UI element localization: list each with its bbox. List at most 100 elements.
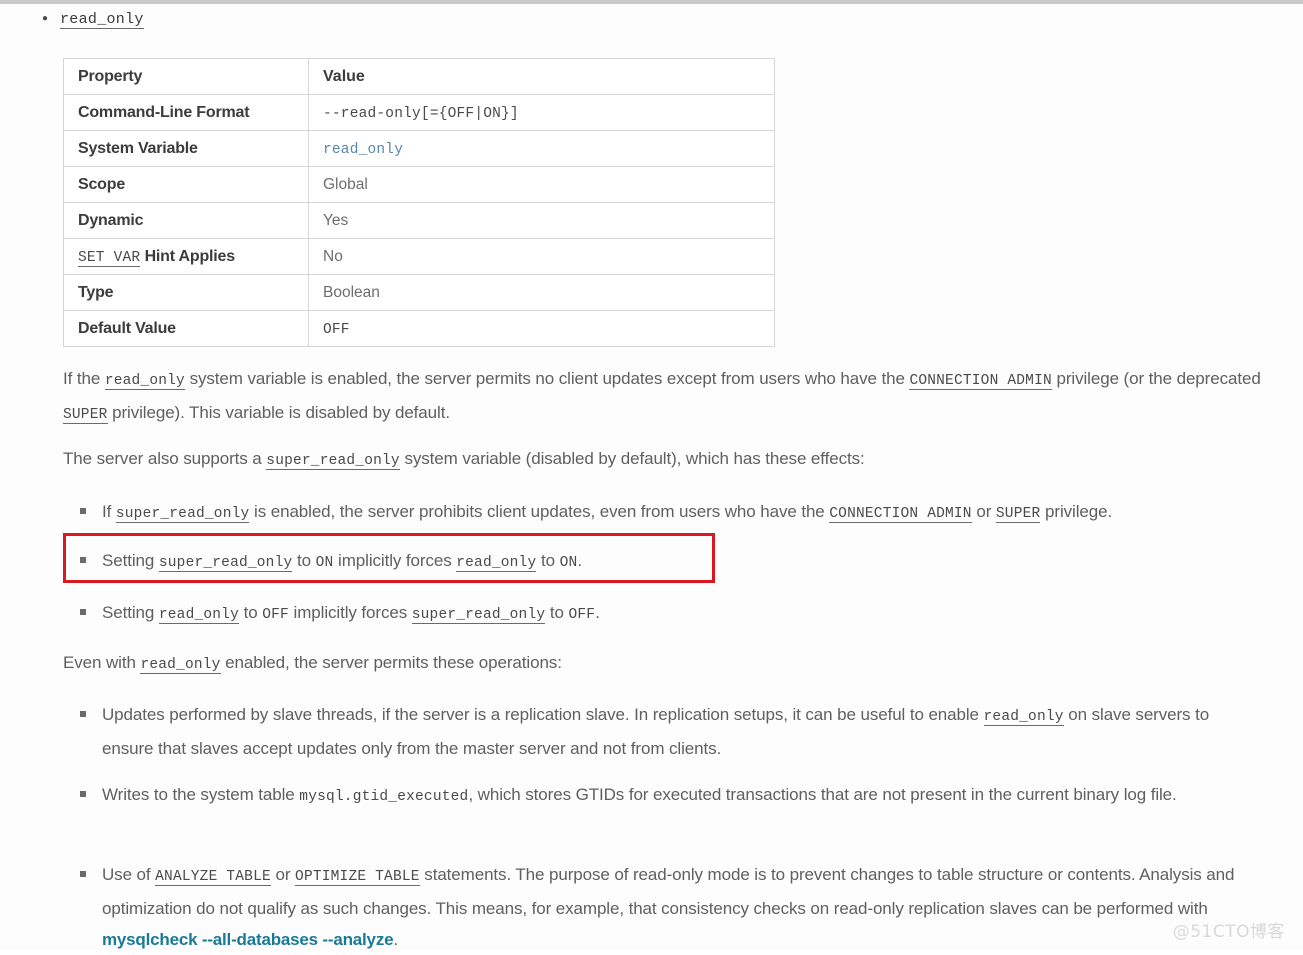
list-item: If super_read_only is enabled, the serve… bbox=[80, 496, 1270, 530]
paragraph-super-read-only-intro: The server also supports a super_read_on… bbox=[63, 443, 1263, 477]
paragraph-permitted-operations-intro: Even with read_only enabled, the server … bbox=[63, 647, 1263, 681]
row-key-scope: Scope bbox=[63, 166, 309, 203]
text-fragment: If the bbox=[63, 369, 105, 388]
table-row: Type Boolean bbox=[63, 274, 775, 311]
text-fragment: or bbox=[270, 865, 296, 884]
row-value-dynamic: Yes bbox=[308, 202, 775, 239]
code-super[interactable]: SUPER bbox=[995, 506, 1041, 523]
list-item: read_only bbox=[42, 6, 144, 32]
text-fragment: privilege (or the deprecated bbox=[1051, 369, 1261, 388]
text-fragment: . bbox=[393, 930, 398, 949]
text-fragment: or bbox=[971, 502, 996, 521]
list-item: Setting super_read_only to ON implicitly… bbox=[80, 545, 1260, 579]
row-key-dynamic: Dynamic bbox=[63, 202, 309, 239]
code-connection-admin[interactable]: CONNECTION ADMIN bbox=[909, 373, 1052, 390]
code-super-read-only[interactable]: super_read_only bbox=[411, 607, 546, 624]
table-row: Dynamic Yes bbox=[63, 202, 775, 239]
document-page: read_only Property Value Command-Line Fo… bbox=[0, 0, 1303, 950]
code-read-only[interactable]: read_only bbox=[140, 657, 221, 674]
effects-list-item-2: Setting super_read_only to ON implicitly… bbox=[80, 545, 1260, 579]
row-key-command-line-format: Command-Line Format bbox=[63, 94, 309, 131]
table-row: Command-Line Format --read-only[={OFF|ON… bbox=[63, 94, 775, 131]
code-read-only[interactable]: read_only bbox=[158, 607, 239, 624]
row-key-default-value: Default Value bbox=[63, 310, 309, 347]
text-fragment: to bbox=[545, 603, 569, 622]
row-key-set-var-hint: SET VAR Hint Applies bbox=[63, 238, 309, 275]
code-optimize-table[interactable]: OPTIMIZE TABLE bbox=[295, 869, 420, 886]
code-read-only[interactable]: read_only bbox=[104, 373, 185, 390]
system-variable-link[interactable]: read_only bbox=[323, 142, 403, 158]
row-value-system-variable: read_only bbox=[308, 130, 775, 167]
text-fragment: , which stores GTIDs for executed transa… bbox=[468, 785, 1177, 804]
text-fragment: system variable (disabled by default), w… bbox=[399, 449, 865, 468]
text-fragment: Writes to the system table bbox=[102, 785, 300, 804]
text-fragment: privilege. bbox=[1040, 502, 1113, 521]
row-value-set-var-hint: No bbox=[308, 238, 775, 275]
table-row: SET VAR Hint Applies No bbox=[63, 238, 775, 275]
code-read-only[interactable]: read_only bbox=[983, 709, 1064, 726]
text-fragment: Even with bbox=[63, 653, 141, 672]
code-connection-admin[interactable]: CONNECTION ADMIN bbox=[829, 506, 972, 523]
code-text: --read-only[={OFF|ON}] bbox=[323, 105, 519, 122]
code-super[interactable]: SUPER bbox=[63, 407, 108, 424]
set-var-suffix: Hint Applies bbox=[144, 247, 236, 265]
command-mysqlcheck[interactable]: mysqlcheck --all-databases --analyze bbox=[102, 930, 394, 949]
table-row: Scope Global bbox=[63, 166, 775, 203]
code-text: OFF bbox=[323, 321, 350, 338]
text-fragment: Updates performed by slave threads, if t… bbox=[102, 705, 984, 724]
list-item: Setting read_only to OFF implicitly forc… bbox=[80, 597, 1260, 631]
paragraph-read-only-description: If the read_only system variable is enab… bbox=[63, 363, 1263, 431]
row-value-command-line-format: --read-only[={OFF|ON}] bbox=[308, 94, 775, 131]
list-item: Writes to the system table mysql.gtid_ex… bbox=[80, 779, 1280, 813]
row-value-scope: Global bbox=[308, 166, 775, 203]
variable-property-table: Property Value Command-Line Format --rea… bbox=[63, 58, 775, 347]
code-super-read-only[interactable]: super_read_only bbox=[158, 555, 293, 572]
code-on: ON bbox=[559, 555, 578, 571]
text-fragment: Use of bbox=[102, 865, 156, 884]
operations-list-item-1: Updates performed by slave threads, if t… bbox=[80, 699, 1260, 764]
effects-list-item-1: If super_read_only is enabled, the serve… bbox=[80, 496, 1270, 530]
variable-name-link[interactable]: read_only bbox=[60, 11, 144, 29]
code-super-read-only[interactable]: super_read_only bbox=[115, 506, 250, 523]
text-fragment: is enabled, the server prohibits client … bbox=[249, 502, 830, 521]
code-analyze-table[interactable]: ANALYZE TABLE bbox=[155, 869, 271, 886]
text-fragment: to bbox=[292, 551, 316, 570]
text-fragment: . bbox=[577, 551, 583, 570]
heading-bullet-list: read_only bbox=[32, 6, 144, 32]
code-super-read-only[interactable]: super_read_only bbox=[266, 453, 400, 470]
row-key-type: Type bbox=[63, 274, 309, 311]
code-on: ON bbox=[315, 555, 334, 571]
code-off: OFF bbox=[568, 607, 596, 623]
table-header-property: Property bbox=[63, 58, 309, 95]
effects-list-item-3: Setting read_only to OFF implicitly forc… bbox=[80, 597, 1260, 631]
text-fragment: to bbox=[238, 603, 263, 622]
code-read-only[interactable]: read_only bbox=[456, 555, 537, 572]
text-fragment: privilege). This variable is disabled by… bbox=[107, 403, 450, 422]
code-mysql-gtid-executed: mysql.gtid_executed bbox=[299, 789, 469, 805]
text-fragment: Setting bbox=[102, 551, 159, 570]
list-item: Updates performed by slave threads, if t… bbox=[80, 699, 1260, 764]
operations-list-item-3: Use of ANALYZE TABLE or OPTIMIZE TABLE s… bbox=[80, 859, 1280, 955]
text-fragment: Setting bbox=[102, 603, 159, 622]
text-fragment: The server also supports a bbox=[63, 449, 267, 468]
operations-list-item-2: Writes to the system table mysql.gtid_ex… bbox=[80, 779, 1280, 813]
table-row: System Variable read_only bbox=[63, 130, 775, 167]
text-fragment: enabled, the server permits these operat… bbox=[220, 653, 562, 672]
table-row: Default Value OFF bbox=[63, 310, 775, 347]
table-header-row: Property Value bbox=[63, 58, 775, 95]
row-value-type: Boolean bbox=[308, 274, 775, 311]
text-fragment: implicitly forces bbox=[288, 603, 412, 622]
text-fragment: system variable is enabled, the server p… bbox=[184, 369, 910, 388]
text-fragment: to bbox=[536, 551, 560, 570]
code-off: OFF bbox=[262, 607, 289, 623]
watermark: @51CTO博客 bbox=[1172, 922, 1285, 942]
text-fragment: implicitly forces bbox=[333, 551, 457, 570]
row-value-default-value: OFF bbox=[308, 310, 775, 347]
list-item: Use of ANALYZE TABLE or OPTIMIZE TABLE s… bbox=[80, 859, 1280, 955]
text-fragment: . bbox=[595, 603, 600, 622]
row-key-system-variable: System Variable bbox=[63, 130, 309, 167]
table-header-value: Value bbox=[308, 58, 775, 95]
page-top-edge bbox=[0, 0, 1303, 4]
text-fragment: If bbox=[102, 502, 116, 521]
set-var-code: SET VAR bbox=[78, 249, 141, 267]
